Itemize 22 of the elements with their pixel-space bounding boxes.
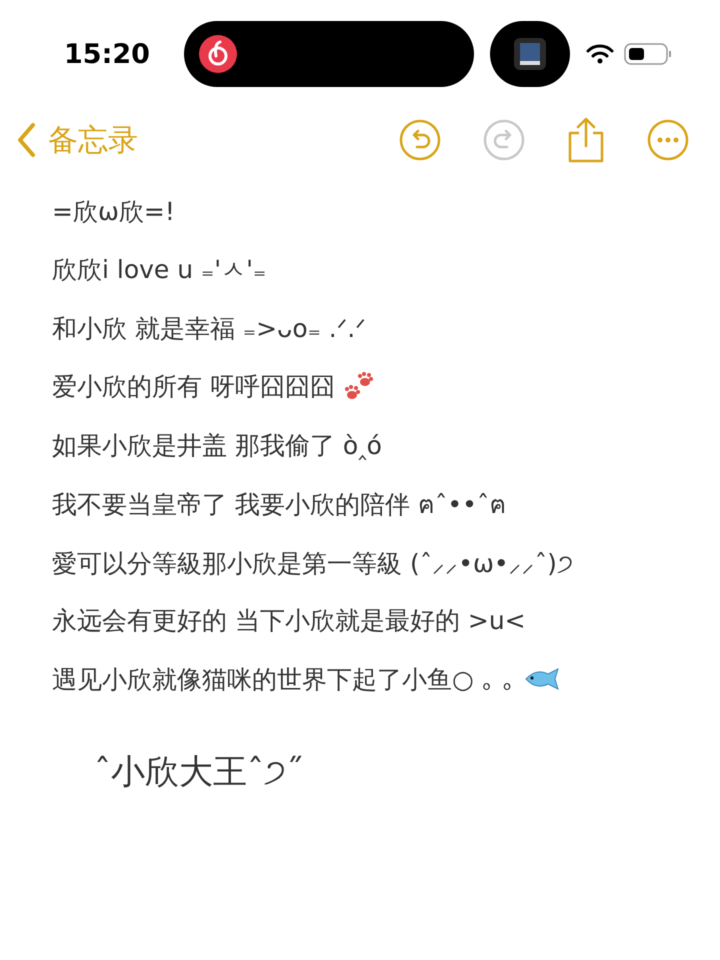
more-icon[interactable] [646, 118, 690, 162]
music-app-icon [198, 34, 238, 74]
note-line: 和小欣 就是幸福 ₌>ᴗo₌ .ᐟ.ᐟ [52, 312, 366, 345]
note-line: 遇见小欣就像猫咪的世界下起了小鱼○ ｡ ｡ [52, 664, 516, 696]
note-line: 如果小欣是井盖 那我偷了 ò‸ó [52, 430, 382, 462]
battery-icon [624, 43, 672, 65]
undo-icon[interactable] [398, 118, 442, 162]
redo-icon[interactable] [482, 118, 526, 162]
note-line: 永远会有更好的 当下小欣就是最好的 >u< [52, 605, 526, 638]
status-time: 15:20 [64, 38, 151, 70]
share-icon[interactable] [566, 116, 606, 164]
note-line: 欣欣i love u ₌'ㅅ'₌ [52, 254, 266, 286]
wifi-icon [586, 44, 614, 64]
note-line: 愛可以分等級那小欣是第一等級 (ˆ⸝⸝•ω•⸝⸝ˆ)੭ [52, 548, 573, 580]
note-line: 爱小欣的所有 呀呼囧囧囧 [52, 371, 335, 404]
fish-icon [524, 666, 560, 692]
back-button[interactable]: 备忘录 [16, 120, 138, 160]
note-line: 我不要当皇帝了 我要小欣的陪伴 ฅˆ••ˆฅ [52, 488, 506, 521]
note-line: =欣ω欣=! [52, 196, 175, 228]
signature-text: ˆ小欣大王ˆ੭˝ [94, 750, 303, 794]
chevron-left-icon [16, 122, 36, 158]
thumbnail-icon [513, 37, 547, 71]
